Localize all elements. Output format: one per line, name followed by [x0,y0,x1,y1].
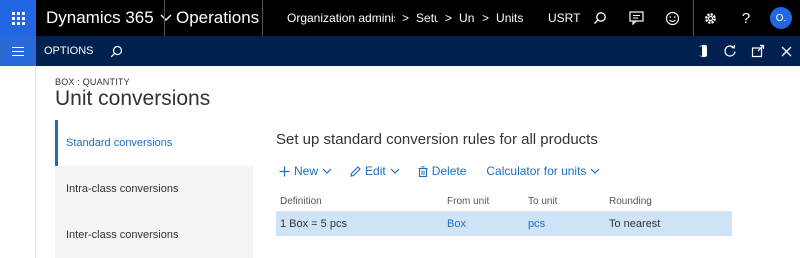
pencil-icon [350,165,361,177]
page-caption: BOX : QUANTITY [55,77,130,87]
app-name: Dynamics 365 [46,8,154,27]
table-row[interactable]: 1 Box = 5 pcs Box pcs To nearest [276,212,732,236]
plus-icon [279,166,290,176]
calculator-button-label: Calculator for units [486,164,587,178]
feedback-button[interactable] [658,0,686,36]
cell-to-unit[interactable]: pcs [528,218,609,230]
edit-button[interactable]: Edit [350,164,404,178]
top-nav-bar: Dynamics 365 Operations Organization adm… [0,0,800,36]
chevron-right-icon: > [445,11,453,25]
gear-icon [704,12,716,24]
hamburger-icon [12,46,24,56]
column-header-rounding[interactable]: Rounding [609,196,732,207]
new-button-label: New [294,164,319,178]
avatar[interactable]: O. [770,7,792,29]
refresh-icon [724,44,736,57]
smiley-icon [665,11,679,25]
pop-out-icon [751,44,765,58]
chevron-down-icon [160,14,172,21]
divider [262,0,263,36]
chevron-right-icon: > [402,11,410,25]
divider [693,0,694,36]
breadcrumb-item[interactable]: Units [496,11,523,25]
workspace-name: Operations [176,8,260,27]
chevron-right-icon: > [482,11,490,25]
cell-definition: 1 Box = 5 pcs [280,218,347,230]
help-button[interactable]: ? [732,0,760,36]
search-button[interactable] [586,0,614,36]
vertical-tabs: Standard conversions Intra-class convers… [55,120,253,258]
cell-from-unit[interactable]: Box [447,218,528,230]
grid-toolbar: New Edit Delete Calculator for units [279,161,618,181]
trash-icon [418,165,428,177]
action-bar: OPTIONS [0,36,800,66]
refresh-button[interactable] [718,36,742,66]
edit-button-label: Edit [365,164,386,178]
chevron-down-icon [322,168,332,174]
close-icon [781,46,791,56]
delete-button-label: Delete [431,164,467,178]
company-picker[interactable]: USRT [548,0,580,36]
divider [164,0,165,36]
waffle-icon [11,11,25,25]
calculator-for-units-button[interactable]: Calculator for units [486,164,604,178]
question-mark-icon: ? [741,9,751,27]
delete-button[interactable]: Delete [418,164,467,178]
close-button[interactable] [774,36,798,66]
section-title: Set up standard conversion rules for all… [276,131,598,148]
left-navigation-rail [0,66,36,258]
navigation-menu-button[interactable] [0,36,36,66]
breadcrumb-item[interactable]: Organization administ [287,11,395,25]
grid-header: Definition From unit To unit Rounding [276,192,732,212]
chevron-down-icon [591,168,600,174]
message-icon [628,11,644,25]
cell-rounding: To nearest [609,218,661,230]
tab-standard-conversions[interactable]: Standard conversions [55,120,253,166]
column-header-to-unit[interactable]: To unit [528,196,609,207]
open-in-new-window-button[interactable] [746,36,770,66]
app-launcher-button[interactable] [0,0,36,36]
chevron-down-icon [390,168,400,174]
settings-button[interactable] [696,0,724,36]
new-button[interactable]: New [279,164,336,178]
search-icon [110,45,122,57]
office-button[interactable] [690,36,714,66]
tab-intra-class-conversions[interactable]: Intra-class conversions [55,166,253,212]
breadcrumb: Organization administ > Setu > Uni > Uni… [287,0,523,36]
action-search-button[interactable] [104,36,128,66]
column-header-from-unit[interactable]: From unit [447,196,528,207]
conversions-grid: Definition From unit To unit Rounding 1 … [276,192,732,236]
office-icon [698,44,707,58]
app-switcher[interactable]: Dynamics 365 [46,0,172,36]
column-header-definition[interactable]: Definition [276,196,447,207]
breadcrumb-item[interactable]: Uni [459,11,475,25]
breadcrumb-item[interactable]: Setu [416,11,438,25]
options-tab[interactable]: OPTIONS [44,36,94,66]
messages-button[interactable] [622,0,650,36]
tab-inter-class-conversions[interactable]: Inter-class conversions [55,212,253,258]
page-title: Unit conversions [55,87,211,110]
search-icon [594,12,606,24]
